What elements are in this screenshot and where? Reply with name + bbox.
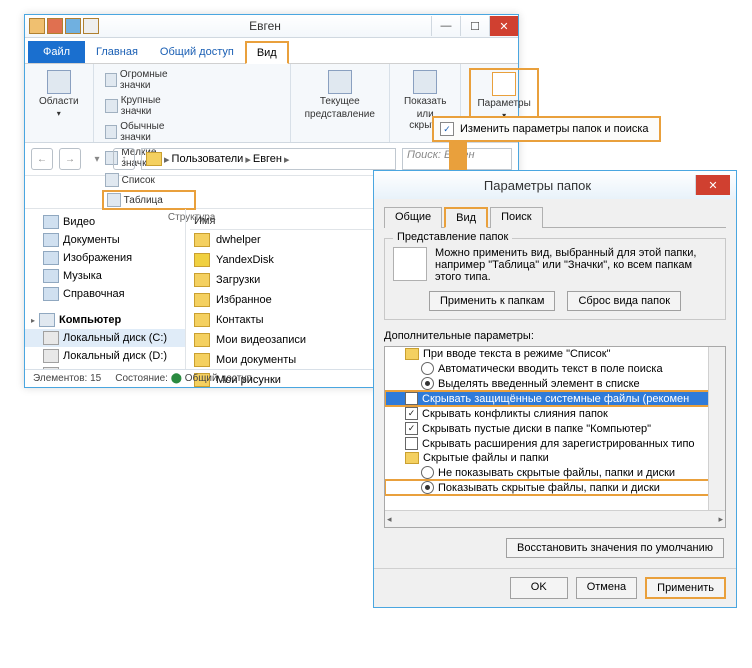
layout-normal[interactable]: Обычные значки	[102, 120, 192, 144]
scrollbar-vertical[interactable]	[708, 347, 725, 511]
minimize-button[interactable]: —	[431, 16, 460, 36]
icon-3	[65, 18, 81, 34]
icon-2	[47, 18, 63, 34]
tree-video[interactable]: Видео	[25, 213, 185, 231]
crumb-users[interactable]: Пользователи	[172, 153, 244, 165]
panes-label: Области	[39, 96, 79, 107]
ribbon-tabs: Файл Главная Общий доступ Вид	[25, 38, 518, 64]
crumb-user[interactable]: Евген	[253, 153, 282, 165]
folder-views-group: Представление папок Можно применить вид,…	[384, 238, 726, 320]
titlebar: Евген — ☐ ✕	[25, 15, 518, 38]
status-count: Элементов: 15	[33, 373, 101, 384]
checkbox-icon: ✓	[440, 122, 454, 136]
icon-4	[83, 18, 99, 34]
status-state: Состояние: ⬤ Общий доступ	[115, 373, 252, 384]
dialog-titlebar: Параметры папок ✕	[374, 171, 736, 199]
current-view-button[interactable]: Текущеепредставление	[299, 68, 381, 122]
adv-hidden-header: Скрытые файлы и папки	[385, 451, 725, 465]
dtab-search[interactable]: Поиск	[490, 207, 542, 228]
panes-button[interactable]: Области▾	[33, 68, 85, 120]
cancel-button[interactable]: Отмена	[576, 577, 637, 599]
dialog-title: Параметры папок	[380, 178, 695, 193]
icon-1	[29, 18, 45, 34]
adv-radio-select[interactable]: Выделять введенный элемент в списке	[385, 376, 725, 391]
dialog-close-button[interactable]: ✕	[695, 175, 730, 195]
back-button[interactable]: ←	[31, 148, 53, 170]
adv-radio-hide-hidden[interactable]: Не показывать скрытые файлы, папки и дис…	[385, 465, 725, 480]
dtab-general[interactable]: Общие	[384, 207, 442, 228]
tree-images[interactable]: Изображения	[25, 249, 185, 267]
adv-header: При вводе текста в режиме "Список"	[385, 347, 725, 361]
tab-view[interactable]: Вид	[245, 41, 289, 64]
adv-check-extensions[interactable]: Скрывать расширения для зарегистрированн…	[385, 436, 725, 451]
tree-date2[interactable]: DATE II (E:)	[25, 365, 185, 369]
dialog-buttons: OK Отмена Применить	[374, 568, 736, 607]
window-title: Евген	[99, 19, 431, 33]
apply-to-folders-button[interactable]: Применить к папкам	[429, 291, 556, 311]
close-button[interactable]: ✕	[489, 16, 518, 36]
reset-folders-button[interactable]: Сброс вида папок	[567, 291, 681, 311]
advanced-list[interactable]: При вводе текста в режиме "Список" Автом…	[384, 346, 726, 528]
tab-file[interactable]: Файл	[28, 41, 85, 63]
apply-button[interactable]: Применить	[645, 577, 726, 599]
history-button[interactable]: ▾	[87, 149, 107, 169]
tree-music[interactable]: Музыка	[25, 267, 185, 285]
advanced-group: Дополнительные параметры: При вводе текс…	[384, 330, 726, 528]
adv-check-hide-system[interactable]: Скрывать защищённые системные файлы (рек…	[385, 391, 725, 406]
layout-table[interactable]: Таблица	[102, 190, 196, 210]
dtab-view[interactable]: Вид	[444, 207, 488, 228]
ok-button[interactable]: OK	[510, 577, 568, 599]
maximize-button[interactable]: ☐	[460, 16, 489, 36]
folder-views-icon	[393, 247, 427, 281]
tree-computer[interactable]: ▸Компьютер	[25, 311, 185, 329]
options-dropdown-label: Изменить параметры папок и поиска	[460, 123, 649, 135]
advanced-label: Дополнительные параметры:	[384, 330, 726, 342]
adv-radio-auto[interactable]: Автоматически вводить текст в поле поиск…	[385, 361, 725, 376]
tab-home[interactable]: Главная	[85, 41, 149, 63]
options-dropdown-item[interactable]: ✓ Изменить параметры папок и поиска	[432, 116, 661, 142]
dialog-tabs: Общие Вид Поиск	[384, 207, 726, 228]
scrollbar-horizontal[interactable]: ◂▸	[385, 510, 725, 527]
up-button[interactable]: ↑	[113, 148, 135, 170]
tree-docs[interactable]: Документы	[25, 231, 185, 249]
tree-disk-d[interactable]: Локальный диск (D:)	[25, 347, 185, 365]
tree-help[interactable]: Справочная	[25, 285, 185, 303]
tree-disk-c[interactable]: Локальный диск (C:)	[25, 329, 185, 347]
folder-options-dialog: Параметры папок ✕ Общие Вид Поиск Предст…	[373, 170, 737, 608]
layout-gallery: Огромные значки Крупные значки Обычные з…	[102, 68, 282, 210]
layout-large[interactable]: Крупные значки	[102, 94, 192, 118]
layout-list[interactable]: Список	[102, 172, 192, 188]
group-label: Представление папок	[393, 231, 512, 243]
adv-check-merge[interactable]: ✓Скрывать конфликты слияния папок	[385, 406, 725, 421]
folder-views-text: Можно применить вид, выбранный для этой …	[435, 247, 717, 283]
adv-radio-show-hidden[interactable]: Показывать скрытые файлы, папки и диски	[385, 480, 725, 495]
nav-tree: Видео Документы Изображения Музыка Справ…	[25, 209, 186, 369]
breadcrumb[interactable]: ▸ Пользователи ▸ Евген ▸	[141, 148, 396, 170]
tab-share[interactable]: Общий доступ	[149, 41, 245, 63]
restore-defaults-button[interactable]: Восстановить значения по умолчанию	[506, 538, 724, 558]
layout-huge[interactable]: Огромные значки	[102, 68, 192, 92]
forward-button[interactable]: →	[59, 148, 81, 170]
folder-icon	[146, 152, 162, 166]
adv-check-empty-drives[interactable]: ✓Скрывать пустые диски в папке "Компьюте…	[385, 421, 725, 436]
